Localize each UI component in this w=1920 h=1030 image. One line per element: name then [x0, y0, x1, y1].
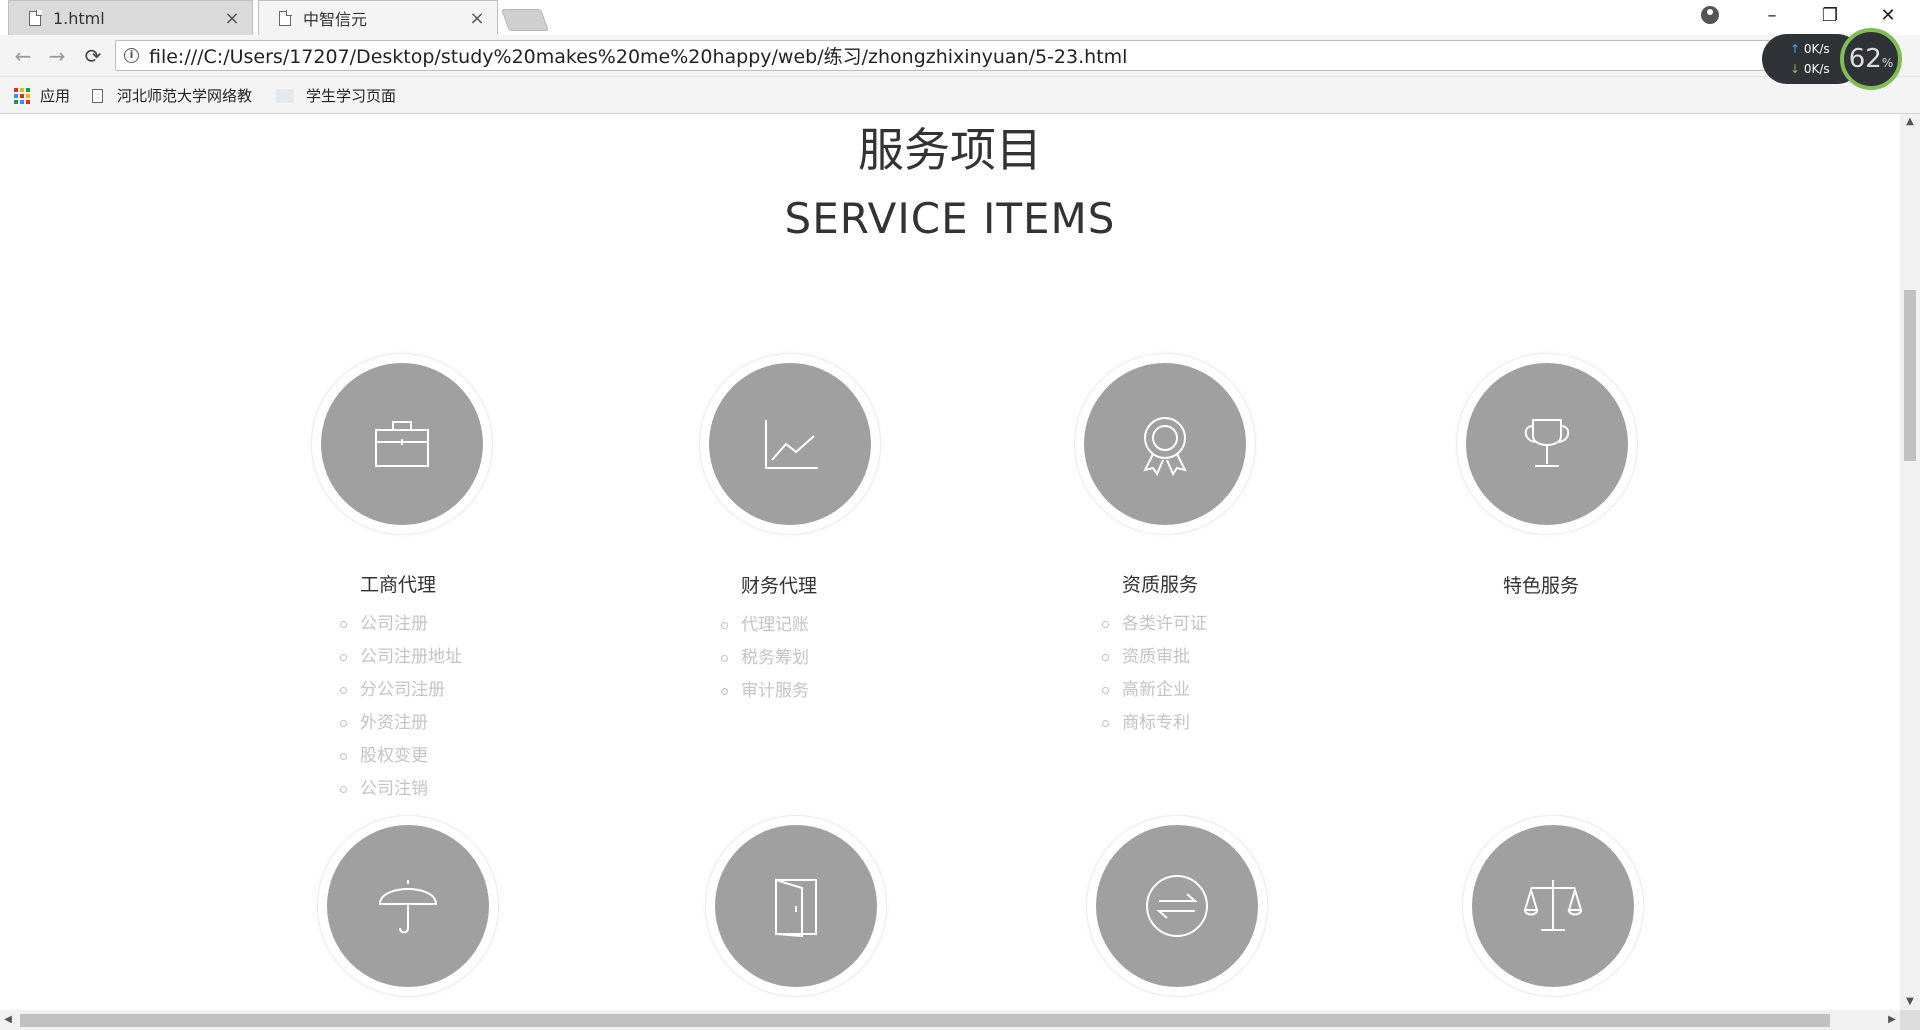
service-icon-ring[interactable] — [706, 816, 886, 996]
apps-grid-icon — [14, 87, 30, 104]
download-speed: 0K/s — [1803, 62, 1830, 76]
service-icon-ring[interactable] — [700, 354, 880, 534]
door-icon — [775, 878, 817, 938]
service-title[interactable]: 资质服务 — [1122, 570, 1198, 597]
bookmarks-bar: 应用 河北师范大学网络教 学生学习页面 — [0, 77, 1920, 114]
briefcase-icon — [375, 421, 429, 467]
tab-zhongzhixinyuan[interactable]: 中智信元 × — [258, 0, 498, 35]
memory-gauge: 62% — [1840, 28, 1902, 90]
service-list-business: 公司注册 公司注册地址 分公司注册 外资注册 股权变更 公司注销 — [340, 608, 462, 806]
list-item[interactable]: 公司注册 — [340, 608, 462, 641]
horizontal-scrollbar[interactable]: ◀ ▶ — [0, 1010, 1900, 1030]
service-icon-ring[interactable] — [1457, 354, 1637, 534]
bookmark-label: 河北师范大学网络教 — [117, 87, 253, 105]
page-viewport: 服务项目 SERVICE ITEMS 工商代理 公司注册 公司注册地址 分公司注… — [0, 114, 1900, 1010]
service-circle — [327, 825, 489, 987]
memory-percent: 62 — [1848, 44, 1882, 74]
address-bar[interactable]: i file:///C:/Users/17207/Desktop/study%2… — [115, 40, 1795, 71]
network-speed-widget[interactable]: ↑ 0K/s ↓ 0K/s 62% — [1762, 28, 1912, 90]
list-item[interactable]: 各类许可证 — [1102, 608, 1207, 641]
document-icon — [279, 9, 292, 26]
tab-close-icon[interactable]: × — [224, 8, 240, 29]
list-item[interactable]: 股权变更 — [340, 740, 462, 773]
memory-percent-sign: % — [1881, 56, 1894, 70]
service-circle — [715, 825, 877, 987]
horizontal-scroll-thumb[interactable] — [20, 1014, 1830, 1027]
reload-button[interactable]: ⟳ — [80, 43, 106, 69]
vertical-scroll-thumb[interactable] — [1904, 290, 1916, 461]
bookmark-student-learning[interactable]: 学生学习页面 — [276, 85, 396, 106]
scroll-down-arrow[interactable]: ▼ — [1900, 994, 1920, 1010]
close-window-button[interactable]: ✕ — [1868, 2, 1908, 30]
service-list-finance: 代理记账 税务筹划 审计服务 — [721, 609, 809, 708]
service-icon-ring[interactable] — [1463, 816, 1643, 996]
service-circle — [1084, 363, 1246, 525]
address-text: file:///C:/Users/17207/Desktop/study%20m… — [149, 46, 1128, 68]
new-tab-button[interactable] — [500, 9, 550, 31]
document-icon — [29, 9, 42, 26]
browser-toolbar: ← → ⟳ i file:///C:/Users/17207/Desktop/s… — [0, 35, 1920, 77]
tab-close-icon[interactable]: × — [469, 8, 485, 29]
service-icon-ring[interactable] — [312, 354, 492, 534]
umbrella-icon — [378, 880, 438, 934]
service-list-qualification: 各类许可证 资质审批 高新企业 商标专利 — [1102, 608, 1207, 740]
scrollbar-corner — [1900, 1010, 1920, 1030]
back-button[interactable]: ← — [10, 43, 36, 69]
bookmark-label: 学生学习页面 — [306, 87, 397, 105]
list-item[interactable]: 代理记账 — [721, 609, 809, 642]
upload-speed: 0K/s — [1803, 42, 1830, 56]
site-info-icon[interactable]: i — [124, 48, 139, 63]
list-item[interactable]: 商标专利 — [1102, 707, 1207, 740]
service-title[interactable]: 工商代理 — [360, 570, 436, 597]
tab-1-html[interactable]: 1.html × — [8, 0, 253, 35]
scroll-up-arrow[interactable]: ▲ — [1900, 114, 1920, 130]
tab-title: 中智信元 — [303, 10, 368, 29]
balance-scale-icon — [1523, 880, 1583, 931]
service-title[interactable]: 特色服务 — [1503, 571, 1579, 598]
scroll-right-arrow[interactable]: ▶ — [1884, 1010, 1900, 1030]
section-title-cn: 服务项目 — [858, 123, 1042, 177]
service-circle — [1466, 363, 1628, 525]
line-chart-icon — [765, 420, 818, 469]
service-circle — [709, 363, 871, 525]
blank-favicon-icon — [276, 88, 294, 103]
service-title[interactable]: 财务代理 — [741, 571, 817, 598]
service-circle — [1096, 825, 1258, 987]
list-item[interactable]: 高新企业 — [1102, 674, 1207, 707]
scroll-left-arrow[interactable]: ◀ — [0, 1010, 16, 1030]
page-icon — [92, 88, 103, 103]
minimize-button[interactable]: – — [1752, 2, 1792, 30]
trophy-icon — [1524, 419, 1570, 467]
list-item[interactable]: 公司注销 — [340, 773, 462, 806]
bookmark-apps[interactable]: 应用 — [14, 85, 70, 106]
tab-title: 1.html — [53, 8, 105, 28]
service-circle — [321, 363, 483, 525]
list-item[interactable]: 税务筹划 — [721, 642, 809, 675]
restore-button[interactable]: ❐ — [1810, 2, 1850, 30]
forward-button[interactable]: → — [44, 43, 70, 69]
list-item[interactable]: 公司注册地址 — [340, 641, 462, 674]
exchange-arrows-icon — [1146, 875, 1208, 937]
list-item[interactable]: 外资注册 — [340, 707, 462, 740]
section-title-en: SERVICE ITEMS — [784, 194, 1116, 243]
list-item[interactable]: 资质审批 — [1102, 641, 1207, 674]
service-circle — [1472, 825, 1634, 987]
service-icon-ring[interactable] — [1087, 816, 1267, 996]
award-ribbon-icon — [1143, 417, 1187, 477]
list-item[interactable]: 分公司注册 — [340, 674, 462, 707]
bookmark-hebei-normal[interactable]: 河北师范大学网络教 — [92, 85, 252, 106]
service-icon-ring[interactable] — [318, 816, 498, 996]
service-icon-ring[interactable] — [1075, 354, 1255, 534]
profile-icon[interactable] — [1701, 6, 1719, 24]
tab-strip: 1.html × 中智信元 × – ❐ ✕ — [0, 0, 1920, 35]
list-item[interactable]: 审计服务 — [721, 675, 809, 708]
vertical-scrollbar[interactable]: ▲ ▼ — [1900, 114, 1920, 1010]
bookmark-label: 应用 — [40, 87, 71, 105]
